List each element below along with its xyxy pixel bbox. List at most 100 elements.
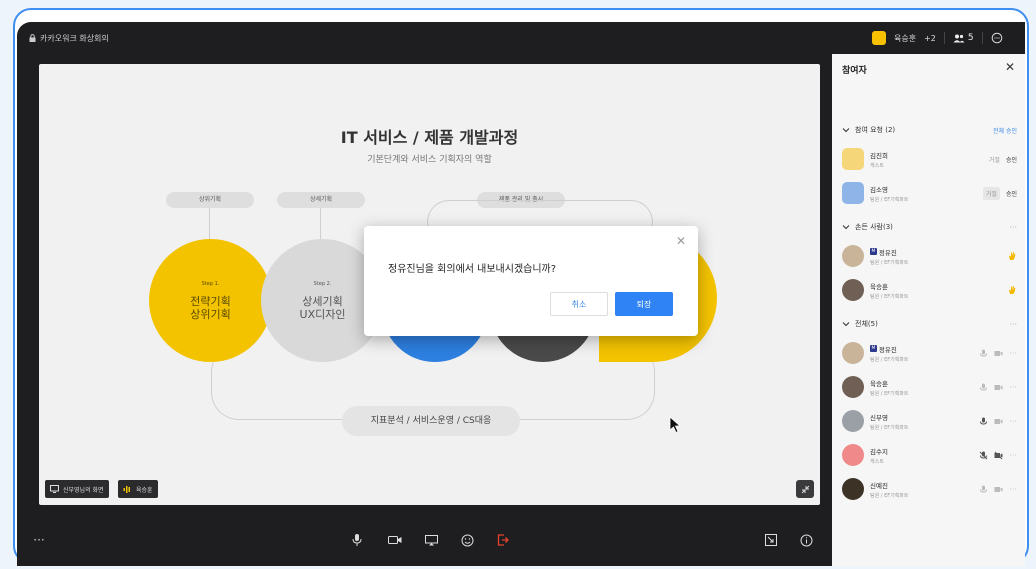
confirm-kick-button[interactable]: 퇴장 (615, 292, 673, 316)
request-row: 김소영팀원 / EF기획파트 거절 승인 (842, 178, 1017, 208)
microphone-button[interactable] (349, 532, 365, 548)
host-avatar[interactable] (872, 31, 886, 45)
participant-name: 김소영 (870, 185, 888, 194)
share-screen-button[interactable] (423, 532, 439, 548)
deny-button[interactable]: 거절 (989, 155, 1000, 164)
more-icon[interactable]: ··· (31, 532, 47, 548)
microphone-icon[interactable] (979, 383, 988, 392)
participant-name: 정유진 (878, 248, 897, 257)
approve-all-button[interactable]: 전체 승인 (993, 126, 1017, 135)
meeting-title: 카카오워크 화상회의 (40, 33, 109, 43)
bottom-toolbar: ··· (17, 518, 832, 566)
raised-row: 육승훈팀원 / EF기획파트 (842, 275, 1017, 305)
more-icon[interactable]: ··· (1009, 383, 1017, 392)
avatar (842, 245, 864, 267)
section-requests[interactable]: 참여 요청 (2) 전체 승인 (842, 123, 1017, 137)
more-icon[interactable]: ··· (1009, 349, 1017, 358)
participant-name: 김진희 (870, 151, 888, 160)
divider (981, 32, 983, 44)
microphone-off-icon[interactable] (979, 451, 988, 460)
video-camera-icon (388, 536, 402, 544)
participant-name: 신예진 (870, 481, 888, 490)
info-icon (800, 534, 812, 546)
chat-icon[interactable] (991, 32, 1003, 44)
avatar (842, 410, 864, 432)
close-icon[interactable]: ✕ (1005, 60, 1015, 74)
leave-button[interactable] (495, 532, 511, 548)
emoji-button[interactable] (459, 532, 475, 548)
avatar (842, 279, 864, 301)
participant-role: 팀원 / EF기획파트 (870, 196, 909, 203)
video-camera-off-icon[interactable] (994, 451, 1003, 460)
host-badge: M (870, 345, 877, 352)
more-icon[interactable]: ··· (1009, 485, 1017, 494)
info-button[interactable] (798, 532, 814, 548)
exit-icon (497, 534, 509, 546)
participant-row: M 정유진 팀원 / EF기획파트 ··· (842, 338, 1017, 368)
kick-confirm-dialog: ✕ 정유진님을 회의에서 내보내시겠습니까? 취소 퇴장 (364, 226, 698, 336)
avatar (842, 342, 864, 364)
request-row: 김진희게스트 거절 승인 (842, 144, 1017, 174)
more-icon[interactable]: ··· (1009, 451, 1017, 460)
deny-button[interactable]: 거절 (982, 186, 1000, 200)
avatar (842, 376, 864, 398)
participant-row: 육승훈 팀원 / EF기획파트 ··· (842, 372, 1017, 402)
video-camera-icon[interactable] (994, 383, 1003, 392)
more-icon[interactable]: ··· (1009, 417, 1017, 426)
participant-role: 팀원 / EF기획파트 (870, 424, 909, 431)
microphone-icon[interactable] (979, 417, 988, 426)
microphone-icon[interactable] (979, 349, 988, 358)
participant-name: 육승훈 (870, 282, 888, 291)
participant-row: 신부영팀원 / EF기획파트 ··· (842, 406, 1017, 436)
participants-panel: 참여자 ✕ 참여 요청 (2) 전체 승인 김진희 게스트 거절 승인 김소영 팀원… (832, 54, 1025, 566)
picture-in-picture-icon (765, 534, 777, 546)
participant-name: 신부영 (870, 413, 888, 422)
participant-role: 팀원 / EF기획파트 (870, 492, 909, 499)
participant-name: 육승훈 (870, 379, 888, 388)
more-icon[interactable]: ··· (1009, 320, 1017, 329)
accept-button[interactable]: 승인 (1006, 189, 1017, 198)
avatar (842, 148, 864, 170)
participants-toggle[interactable]: 5 (953, 33, 974, 43)
cancel-button[interactable]: 취소 (550, 292, 608, 316)
section-all[interactable]: 전체(5) ··· (842, 317, 1017, 331)
more-icon[interactable]: ··· (1009, 223, 1017, 232)
raised-hand-icon[interactable] (1007, 251, 1017, 261)
close-icon[interactable]: ✕ (674, 234, 688, 248)
participant-row: 김수지게스트 ··· (842, 440, 1017, 470)
chevron-down-icon (842, 128, 850, 133)
video-camera-icon[interactable] (994, 349, 1003, 358)
camera-button[interactable] (387, 532, 403, 548)
host-name: 육승훈 (894, 33, 917, 43)
avatar (842, 478, 864, 500)
chevron-down-icon (842, 322, 850, 327)
lock-icon (29, 34, 36, 42)
section-raised-hands[interactable]: 손든 사람(3) ··· (842, 220, 1017, 234)
participant-role: 게스트 (870, 162, 884, 169)
host-extra-count: +2 (924, 33, 936, 43)
microphone-icon[interactable] (979, 485, 988, 494)
host-badge: M (870, 248, 877, 255)
divider (943, 32, 945, 44)
raised-row: M 정유진 팀원 / EF기획파트 (842, 241, 1017, 271)
participant-row: 신예진팀원 / EF기획파트 ··· (842, 474, 1017, 504)
pip-button[interactable] (763, 532, 779, 548)
microphone-icon (352, 534, 362, 546)
video-camera-icon[interactable] (994, 485, 1003, 494)
participant-role: 게스트 (870, 458, 884, 465)
video-camera-icon[interactable] (994, 417, 1003, 426)
participant-name: 김수지 (870, 447, 888, 456)
raised-hand-icon[interactable] (1007, 285, 1017, 295)
participant-count: 5 (967, 33, 974, 43)
top-bar-right: 육승훈 +2 5 (872, 22, 1003, 54)
monitor-icon (424, 534, 438, 545)
accept-button[interactable]: 승인 (1006, 155, 1017, 164)
participant-role: 팀원 / EF기획파트 (870, 356, 909, 363)
avatar (842, 444, 864, 466)
dialog-message: 정유진님을 회의에서 내보내시겠습니까? (388, 264, 557, 275)
top-bar: 카카오워크 화상회의 (17, 22, 832, 54)
section-label: 손든 사람(3) (855, 223, 893, 231)
meeting-app: 카카오워크 화상회의 육승훈 +2 5 IT 서비스 / 제품 개발과정 기본단… (17, 22, 1025, 566)
participant-role: 팀원 / EF기획파트 (870, 293, 909, 300)
emoji-icon (461, 534, 473, 546)
